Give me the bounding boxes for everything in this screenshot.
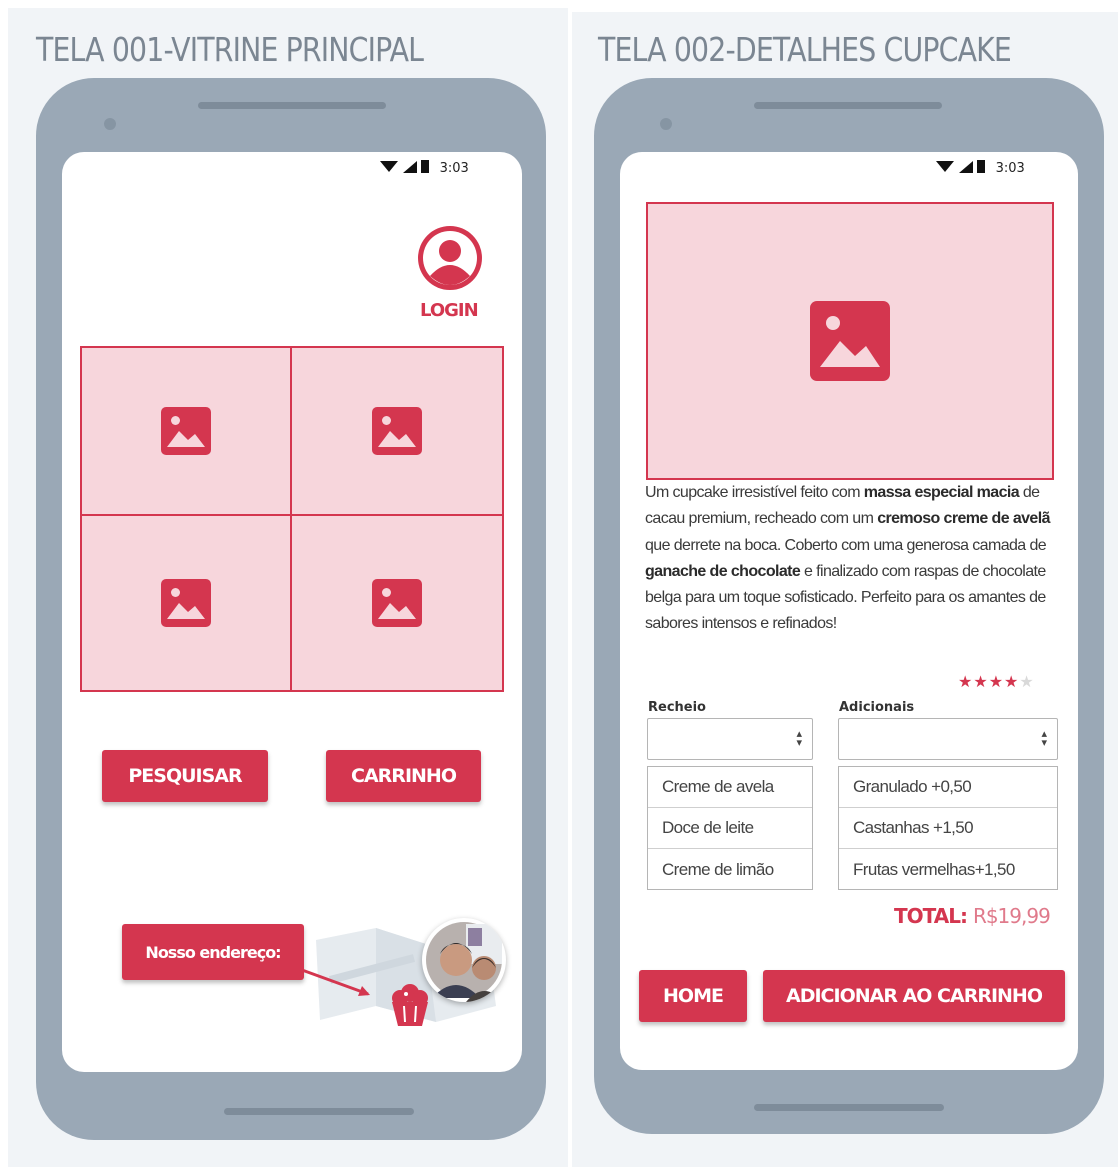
speaker bbox=[754, 102, 942, 109]
image-placeholder-icon bbox=[372, 579, 422, 627]
owners-photo bbox=[422, 918, 506, 1002]
extras-option[interactable]: Castanhas +1,50 bbox=[839, 808, 1057, 849]
battery-icon bbox=[421, 160, 430, 173]
description-text: que derrete na boca. Coberto com uma gen… bbox=[645, 536, 1047, 554]
select-arrow-icon: ▴ ▾ bbox=[1041, 727, 1047, 749]
product-image[interactable] bbox=[290, 514, 504, 692]
product-image[interactable] bbox=[80, 346, 292, 516]
status-time: 3:03 bbox=[995, 161, 1025, 176]
image-placeholder-icon bbox=[161, 579, 211, 627]
phone-frame: 3:03 LOGIN PESQUISAR CARRINHO Nosso ende… bbox=[36, 78, 546, 1140]
total-label: TOTAL: bbox=[894, 904, 968, 928]
battery-icon bbox=[977, 160, 986, 173]
filling-label: Recheio bbox=[648, 700, 706, 715]
description-text: Um cupcake irresistível feito com bbox=[645, 484, 864, 501]
arrow-icon bbox=[301, 968, 370, 996]
wifi-icon bbox=[936, 161, 954, 172]
filling-option[interactable]: Creme de avela bbox=[648, 767, 812, 808]
user-avatar-icon bbox=[418, 226, 482, 290]
filling-options: Creme de avela Doce de leite Creme de li… bbox=[647, 766, 813, 890]
total-value: R$19,99 bbox=[972, 904, 1051, 928]
front-camera bbox=[660, 118, 672, 130]
description-bold-text: massa especial macia bbox=[863, 484, 1020, 501]
bottom-bar bbox=[224, 1108, 414, 1115]
signal-icon bbox=[958, 161, 973, 173]
star-icon[interactable]: ★ bbox=[989, 672, 1004, 691]
image-placeholder-icon bbox=[161, 407, 211, 455]
cart-button[interactable]: CARRINHO bbox=[326, 750, 481, 802]
extras-options: Granulado +0,50 Castanhas +1,50 Frutas v… bbox=[838, 766, 1058, 890]
login-label: LOGIN bbox=[420, 300, 479, 321]
speaker bbox=[198, 102, 386, 109]
status-bar: 3:03 bbox=[936, 160, 1025, 176]
extras-option[interactable]: Granulado +0,50 bbox=[839, 767, 1057, 808]
cupcake-icon[interactable] bbox=[388, 982, 432, 1028]
screen-title: TELA 001-VITRINE PRINCIPAL bbox=[36, 30, 424, 69]
extras-select[interactable]: ▴ ▾ bbox=[838, 718, 1058, 760]
description-bold-text: cremoso creme de avelã bbox=[877, 510, 1050, 528]
home-button[interactable]: HOME bbox=[639, 970, 747, 1022]
star-icon[interactable]: ★ bbox=[958, 672, 973, 691]
login-button[interactable]: LOGIN bbox=[412, 224, 492, 324]
star-icon[interactable]: ★ bbox=[973, 672, 988, 691]
add-to-cart-button[interactable]: ADICIONAR AO CARRINHO bbox=[763, 970, 1065, 1022]
star-icon[interactable]: ★ bbox=[1004, 672, 1019, 691]
extras-option[interactable]: Frutas vermelhas+1,50 bbox=[839, 849, 1057, 890]
screen-title: TELA 002-DETALHES CUPCAKE bbox=[598, 30, 1012, 69]
search-button[interactable]: PESQUISAR bbox=[102, 750, 268, 802]
bottom-bar bbox=[754, 1104, 944, 1111]
filling-option[interactable]: Creme de limão bbox=[648, 849, 812, 890]
description-bold-text: ganache de chocolate bbox=[645, 562, 801, 580]
product-image[interactable] bbox=[290, 346, 504, 516]
product-description: Um cupcake irresistível feito com massa … bbox=[645, 480, 1055, 638]
product-image[interactable] bbox=[80, 514, 292, 692]
status-time: 3:03 bbox=[439, 161, 469, 176]
total-price: TOTAL: R$19,99 bbox=[894, 904, 1051, 928]
address-label: Nosso endereço: bbox=[122, 924, 304, 980]
image-placeholder-icon bbox=[372, 407, 422, 455]
rating-stars[interactable]: ★★★★★ bbox=[958, 672, 1035, 691]
image-placeholder-icon bbox=[810, 301, 890, 381]
filling-select[interactable]: ▴ ▾ bbox=[647, 718, 813, 760]
phone-screen: 3:03 LOGIN PESQUISAR CARRINHO Nosso ende… bbox=[62, 152, 522, 1072]
select-arrow-icon: ▴ ▾ bbox=[796, 727, 802, 749]
product-hero-image bbox=[646, 202, 1054, 480]
star-icon[interactable]: ★ bbox=[1019, 672, 1034, 691]
status-bar: 3:03 bbox=[380, 160, 469, 176]
front-camera bbox=[104, 118, 116, 130]
wifi-icon bbox=[380, 161, 398, 172]
filling-option[interactable]: Doce de leite bbox=[648, 808, 812, 849]
extras-label: Adicionais bbox=[839, 700, 915, 715]
signal-icon bbox=[402, 161, 417, 173]
